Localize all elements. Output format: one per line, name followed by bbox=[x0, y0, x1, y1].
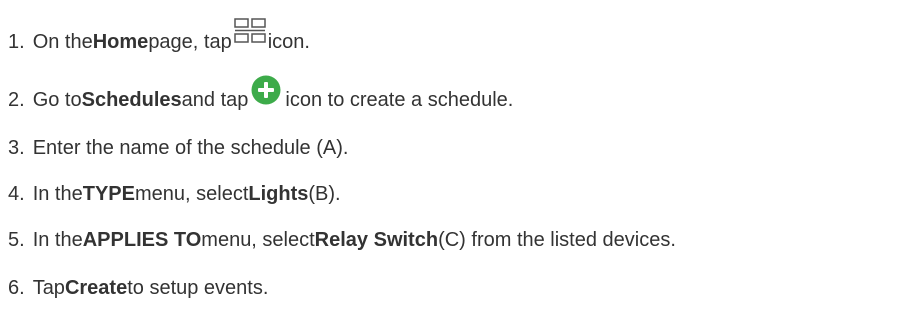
home-label: Home bbox=[92, 31, 149, 53]
step-1: 1. On the Home page, tap icon. bbox=[8, 18, 310, 58]
step-5: 5. In the APPLIES TO menu, select Relay … bbox=[8, 229, 676, 251]
grid-icon bbox=[233, 18, 266, 50]
step-4: 4. In the TYPE menu, select Lights (B). bbox=[8, 183, 341, 205]
step-3: 3. Enter the name of the schedule (A). bbox=[8, 137, 349, 159]
schedules-label: Schedules bbox=[81, 89, 182, 111]
lights-label: Lights bbox=[248, 183, 309, 205]
step-2: 2. Go to Schedules and tap icon to creat… bbox=[8, 75, 513, 118]
step-6: 6. Tap Create to setup events. bbox=[8, 277, 269, 299]
relay-switch-label: Relay Switch bbox=[314, 229, 439, 251]
plus-circle-icon bbox=[251, 75, 281, 111]
type-label: TYPE bbox=[82, 183, 135, 205]
applies-to-label: APPLIES TO bbox=[82, 229, 202, 251]
create-label: Create bbox=[64, 277, 128, 299]
